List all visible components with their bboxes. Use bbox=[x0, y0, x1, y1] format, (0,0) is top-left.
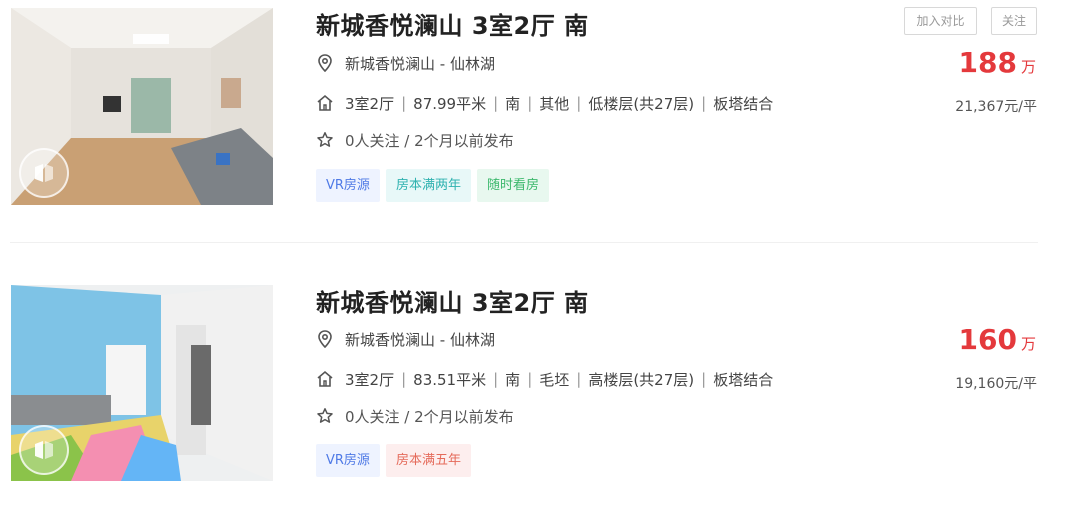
attributes-row: 3室2厅 | 83.51平米 | 南 | 毛坯 | 高楼层(共27层) | 板塔结合 bbox=[316, 368, 773, 390]
listing-card[interactable]: 新城香悦澜山 3室2厅 南 新城香悦澜山 - 仙林湖 3室2厅 | 83.51平米… bbox=[0, 276, 1080, 506]
house-icon bbox=[316, 94, 334, 112]
attr-decoration: 毛坯 bbox=[539, 370, 570, 389]
total-price: 188 万 bbox=[959, 46, 1036, 79]
star-icon bbox=[316, 131, 334, 149]
vr-badge-icon[interactable] bbox=[19, 148, 69, 198]
follow-info: 0人关注 / 2个月以前发布 bbox=[345, 131, 514, 150]
attr-floor: 高楼层(共27层) bbox=[588, 370, 695, 389]
attr-layout: 3室2厅 bbox=[345, 94, 395, 113]
listing-title[interactable]: 新城香悦澜山 3室2厅 南 bbox=[316, 283, 589, 318]
total-price: 160 万 bbox=[959, 323, 1036, 356]
add-compare-button[interactable]: 加入对比 bbox=[904, 7, 977, 35]
listing-title[interactable]: 新城香悦澜山 3室2厅 南 bbox=[316, 6, 589, 41]
tag-list: VR房源 房本满五年 bbox=[316, 444, 471, 477]
location-text[interactable]: 新城香悦澜山 - 仙林湖 bbox=[345, 329, 495, 350]
listing-photo[interactable] bbox=[11, 285, 273, 481]
attributes-row: 3室2厅 | 87.99平米 | 南 | 其他 | 低楼层(共27层) | 板塔结合 bbox=[316, 92, 773, 114]
price-value: 160 bbox=[958, 323, 1017, 356]
vr-badge-icon[interactable] bbox=[19, 425, 69, 475]
attr-decoration: 其他 bbox=[539, 94, 570, 113]
location-pin-icon bbox=[316, 330, 334, 348]
follow-row: 0人关注 / 2个月以前发布 bbox=[316, 405, 514, 427]
tag-anytime-viewing: 随时看房 bbox=[476, 169, 549, 202]
location-text[interactable]: 新城香悦澜山 - 仙林湖 bbox=[345, 53, 495, 74]
listing-card[interactable]: 新城香悦澜山 3室2厅 南 新城香悦澜山 - 仙林湖 3室2厅 | 87.99平米… bbox=[0, 0, 1080, 230]
unit-price: 19,160元/平 bbox=[955, 376, 1037, 392]
follow-row: 0人关注 / 2个月以前发布 bbox=[316, 129, 514, 151]
attr-area: 87.99平米 bbox=[413, 94, 487, 113]
listing-photo[interactable] bbox=[11, 8, 273, 205]
house-icon bbox=[316, 370, 334, 388]
tag-list: VR房源 房本满两年 随时看房 bbox=[316, 169, 549, 202]
attr-area: 83.51平米 bbox=[413, 370, 487, 389]
follow-button[interactable]: 关注 bbox=[991, 7, 1037, 35]
tag-five-years: 房本满五年 bbox=[385, 444, 471, 477]
attr-orientation: 南 bbox=[505, 94, 521, 113]
follow-info: 0人关注 / 2个月以前发布 bbox=[345, 407, 514, 426]
attr-floor: 低楼层(共27层) bbox=[588, 94, 695, 113]
attr-building-type: 板塔结合 bbox=[713, 370, 774, 389]
unit-price: 21,367元/平 bbox=[955, 99, 1037, 115]
price-unit: 万 bbox=[1020, 335, 1036, 353]
location-row: 新城香悦澜山 - 仙林湖 bbox=[316, 52, 495, 74]
tag-two-years: 房本满两年 bbox=[385, 169, 471, 202]
tag-vr: VR房源 bbox=[316, 444, 380, 477]
attr-orientation: 南 bbox=[505, 370, 521, 389]
price-unit: 万 bbox=[1020, 58, 1036, 76]
star-icon bbox=[316, 407, 334, 425]
attr-layout: 3室2厅 bbox=[345, 370, 395, 389]
location-pin-icon bbox=[316, 54, 334, 72]
location-row: 新城香悦澜山 - 仙林湖 bbox=[316, 328, 495, 350]
listing-divider bbox=[10, 242, 1038, 243]
tag-vr: VR房源 bbox=[316, 169, 380, 202]
attr-building-type: 板塔结合 bbox=[713, 94, 774, 113]
price-value: 188 bbox=[958, 46, 1017, 79]
